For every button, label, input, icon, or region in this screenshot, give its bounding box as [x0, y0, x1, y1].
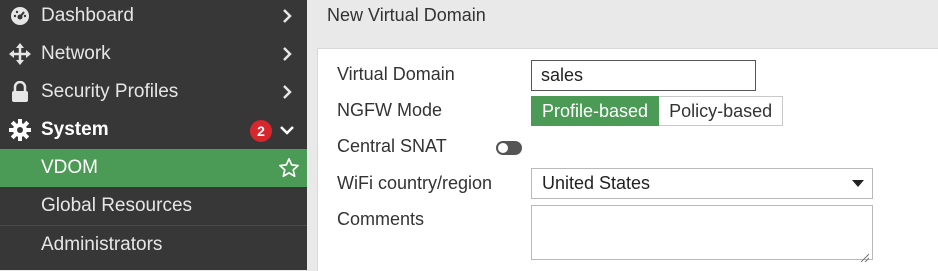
lock-icon: [9, 81, 31, 103]
network-icon: [9, 43, 31, 65]
sidebar-item-label: Administrators: [41, 234, 163, 255]
dashboard-icon: [9, 5, 31, 27]
chevron-down-icon: [277, 120, 297, 140]
profile-based-button[interactable]: Profile-based: [531, 96, 660, 126]
resize-grip-icon[interactable]: [859, 246, 870, 263]
caret-down-icon: [852, 180, 864, 187]
sidebar-item-global-resources[interactable]: Global Resources: [0, 187, 307, 225]
sidebar-item-dashboard[interactable]: Dashboard: [0, 0, 307, 35]
ngfw-mode-toggle-group: Profile-based Policy-based: [531, 96, 784, 126]
sidebar-item-label: Network: [41, 43, 111, 64]
ngfw-mode-label: NGFW Mode: [337, 100, 443, 120]
comments-label: Comments: [337, 209, 425, 229]
page-title: New Virtual Domain: [327, 5, 486, 25]
sidebar-item-label: Security Profiles: [41, 81, 179, 102]
wifi-region-select[interactable]: United States: [531, 168, 873, 199]
sidebar-item-administrators[interactable]: Administrators: [0, 226, 307, 264]
favorite-star-icon[interactable]: [278, 157, 300, 179]
toggle-knob: [498, 143, 508, 153]
sidebar-item-system[interactable]: System 2: [0, 111, 307, 149]
vdom-label: Virtual Domain: [337, 64, 455, 84]
notification-badge: 2: [250, 120, 272, 142]
policy-based-button[interactable]: Policy-based: [659, 96, 784, 126]
comments-textarea[interactable]: [531, 205, 873, 263]
sidebar-item-security-profiles[interactable]: Security Profiles: [0, 73, 307, 111]
chevron-right-icon: [277, 44, 297, 64]
sidebar-item-label: VDOM: [41, 157, 98, 178]
main-content: New Virtual Domain Virtual Domain NGFW M…: [307, 0, 938, 271]
central-snat-label: Central SNAT: [337, 136, 447, 156]
form-panel: Virtual Domain NGFW Mode Profile-based P…: [317, 48, 938, 271]
vdom-name-input[interactable]: [531, 60, 756, 91]
wifi-region-label: WiFi country/region: [337, 173, 493, 193]
sidebar-item-vdom[interactable]: VDOM: [0, 149, 307, 187]
sidebar: Dashboard Network Security Profiles Syst…: [0, 0, 307, 270]
sidebar-item-network[interactable]: Network: [0, 35, 307, 73]
select-value: United States: [542, 173, 651, 193]
gear-icon: [9, 119, 31, 141]
sidebar-item-label: Dashboard: [41, 5, 134, 26]
chevron-right-icon: [277, 82, 297, 102]
sidebar-item-label: Global Resources: [41, 195, 193, 216]
central-snat-toggle[interactable]: [496, 141, 522, 155]
chevron-right-icon: [277, 6, 297, 26]
